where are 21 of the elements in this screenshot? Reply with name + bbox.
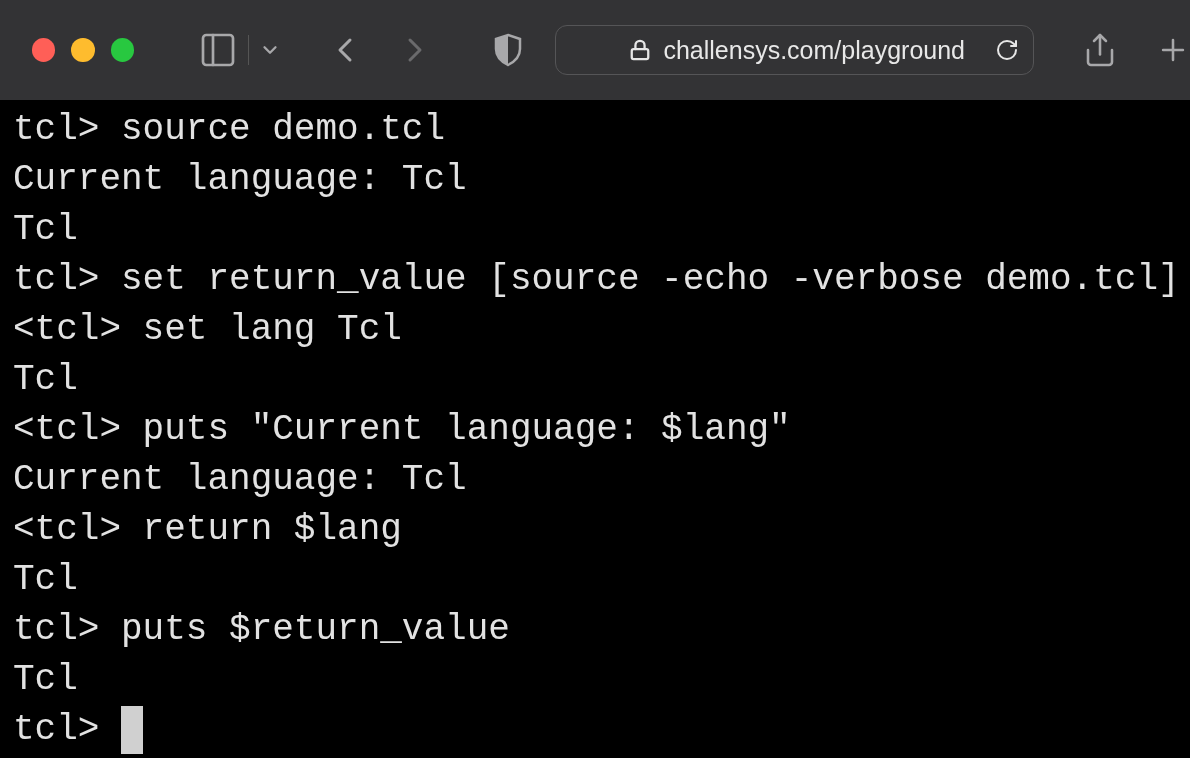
terminal-line: <tcl> set lang Tcl bbox=[13, 308, 403, 352]
terminal-line: Tcl bbox=[13, 658, 79, 702]
terminal-line: Tcl bbox=[13, 358, 79, 402]
terminal-line: <tcl> puts "Current language: $lang" bbox=[13, 408, 792, 452]
terminal-line: Current language: Tcl bbox=[13, 158, 468, 202]
maximize-button[interactable] bbox=[110, 38, 135, 62]
reload-icon[interactable] bbox=[995, 38, 1019, 62]
terminal-line: Tcl bbox=[13, 208, 79, 252]
terminal-line: tcl> source demo.tcl bbox=[13, 108, 447, 152]
address-bar[interactable]: challensys.com/playground bbox=[555, 25, 1034, 75]
lock-icon bbox=[629, 39, 652, 61]
terminal-line: Tcl bbox=[13, 558, 79, 602]
terminal-prompt: tcl> bbox=[13, 708, 100, 752]
terminal-line: tcl> set return_value [source -echo -verbose demo.tcl] bbox=[13, 258, 1181, 302]
terminal-line: <tcl> return $lang bbox=[13, 508, 403, 552]
terminal-line: tcl> puts $return_value bbox=[13, 608, 511, 652]
minimize-button[interactable] bbox=[71, 38, 95, 62]
shield-icon[interactable] bbox=[493, 33, 524, 67]
close-button[interactable] bbox=[32, 38, 56, 62]
url-text: challensys.com/playground bbox=[663, 35, 965, 65]
terminal-line: Current language: Tcl bbox=[13, 458, 468, 502]
